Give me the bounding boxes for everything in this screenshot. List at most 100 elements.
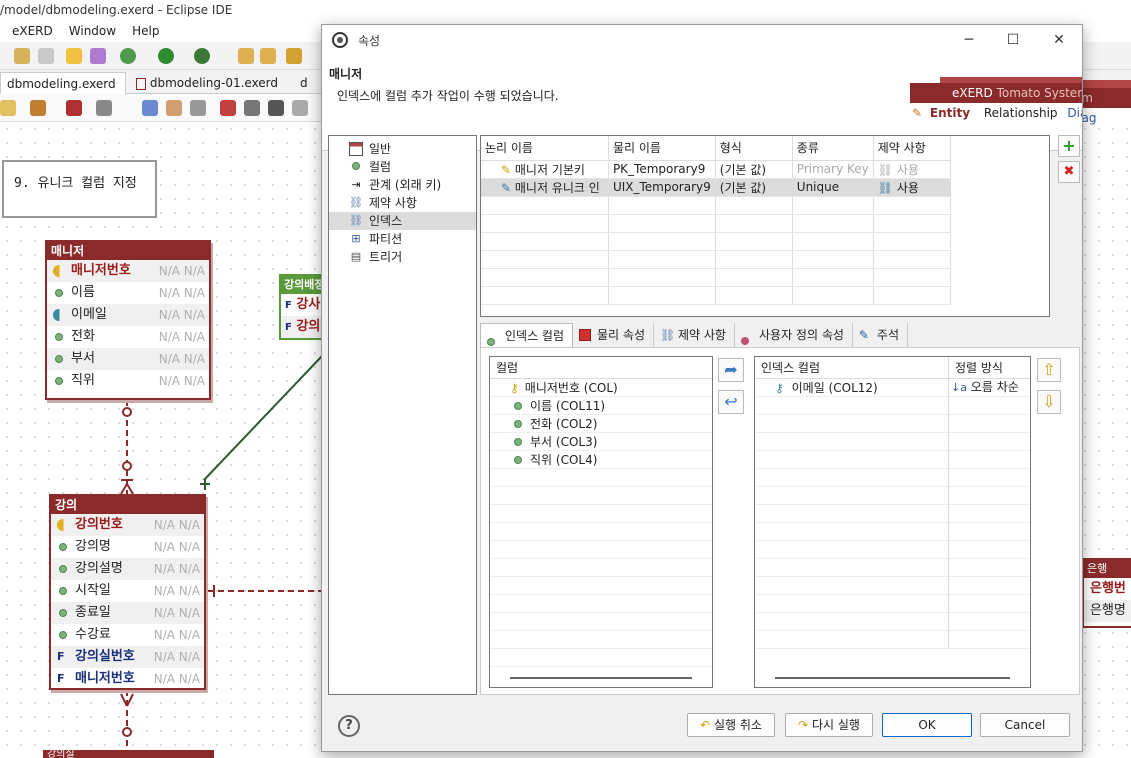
tab-constraints[interactable]: ⛓ 제약 사항 bbox=[654, 323, 735, 347]
entity-title: 강의 bbox=[51, 496, 204, 514]
tree-item-constraints[interactable]: ⛓ 제약 사항 bbox=[329, 194, 476, 212]
entity-column-row[interactable]: 강의설명 N/A N/A bbox=[51, 558, 204, 580]
move-down-button[interactable]: ⇩ bbox=[1037, 390, 1061, 414]
index-physical-name[interactable]: UIX_Temporary9 bbox=[608, 178, 716, 197]
tab-physical-properties[interactable]: 물리 속성 bbox=[573, 323, 654, 347]
diagram-note[interactable]: 9. 유니크 컬럼 지정 bbox=[2, 160, 157, 218]
list-item[interactable]: ⚷ 이메일 (COL12) ↓a 오름 차순 bbox=[755, 378, 1030, 397]
primary-key-icon bbox=[53, 265, 65, 277]
constraint-icon: ⛓ bbox=[660, 328, 676, 342]
col-header-physical[interactable]: 물리 이름 bbox=[608, 136, 716, 161]
index-grid: 논리 이름 물리 이름 형식 종류 제약 사항 ✎ 매니저 기본키 PK_Tem… bbox=[480, 135, 1050, 317]
sort-order[interactable]: 오름 차순 bbox=[971, 380, 1019, 394]
brand-label: eXERD bbox=[952, 86, 993, 100]
redo-icon: ↷ bbox=[798, 718, 809, 732]
user-property-icon bbox=[740, 329, 753, 345]
comment-icon: ✎ bbox=[858, 328, 869, 342]
property-tree: 일반 컬럼 ⇥ 관계 (외래 키) ⛓ 제약 사항 ⛓ 인덱스 ⊞ 파티션 ▤ … bbox=[328, 135, 477, 695]
column-type: N/A N/A bbox=[158, 308, 205, 322]
entity-column-row[interactable]: F 강의실번호 N/A N/A bbox=[51, 646, 204, 668]
horizontal-scrollbar[interactable] bbox=[510, 677, 692, 679]
list-item[interactable]: 전화 (COL2) bbox=[490, 415, 712, 433]
table-row[interactable]: ✎ 매니저 유니크 인 UIX_Temporary9 (기본 값) Unique… bbox=[481, 178, 952, 197]
index-format[interactable]: (기본 값) bbox=[715, 178, 793, 197]
list-item[interactable]: ⚷ 매니저번호 (COL) bbox=[490, 379, 712, 397]
col-header-format[interactable]: 형식 bbox=[715, 136, 793, 161]
column-label: 매니저번호 (COL) bbox=[524, 380, 618, 395]
tree-item-relations[interactable]: ⇥ 관계 (외래 키) bbox=[329, 176, 476, 194]
minimize-icon[interactable]: ─ bbox=[958, 29, 980, 51]
tree-item-columns[interactable]: 컬럼 bbox=[329, 158, 476, 176]
index-kind[interactable]: Primary Key bbox=[792, 160, 874, 179]
entity-column-row[interactable]: 수강료 N/A N/A bbox=[51, 624, 204, 646]
entity-column-row[interactable]: 강의번호 N/A N/A bbox=[51, 514, 204, 536]
index-physical-name[interactable]: PK_Temporary9 bbox=[608, 160, 716, 179]
table-row[interactable]: ✎ 매니저 기본키 PK_Temporary9 (기본 값) Primary K… bbox=[481, 160, 952, 179]
entity-column-row[interactable]: 이름 N/A N/A bbox=[47, 282, 209, 304]
tab-index-columns[interactable]: 인덱스 컬럼 bbox=[480, 323, 574, 347]
add-to-index-button[interactable]: ➦ bbox=[718, 358, 744, 382]
help-button[interactable]: ? bbox=[338, 715, 360, 737]
entity-column-row[interactable]: 종료일 N/A N/A bbox=[51, 602, 204, 624]
entity-lecture-assignment[interactable]: 강의배정 F 강사 F 강의 bbox=[279, 274, 325, 340]
tree-item-triggers[interactable]: ▤ 트리거 bbox=[329, 248, 476, 266]
undo-button[interactable]: ↶ 실행 취소 bbox=[687, 713, 775, 737]
entity-column-row[interactable]: 부서 N/A N/A bbox=[47, 348, 209, 370]
tab-comments[interactable]: ✎ 주석 bbox=[853, 323, 908, 347]
entity-title: 강의배정 bbox=[281, 276, 323, 294]
entity-column-row[interactable]: 직위 N/A N/A bbox=[47, 370, 209, 392]
index-format[interactable]: (기본 값) bbox=[715, 160, 793, 179]
list-header: 컬럼 bbox=[490, 357, 712, 379]
list-item[interactable]: 부서 (COL3) bbox=[490, 433, 712, 451]
entity-lecture[interactable]: 강의 강의번호 N/A N/A 강의명 N/A N/A 강의설명 N/A N/A… bbox=[49, 494, 206, 690]
unique-key-icon bbox=[53, 309, 65, 321]
col-header-logical[interactable]: 논리 이름 bbox=[481, 136, 609, 161]
entity-bank[interactable]: 은행 은행번 은행명 bbox=[1082, 558, 1131, 628]
remove-from-index-button[interactable]: ↩ bbox=[718, 390, 744, 414]
entity-column-row[interactable]: 전화 N/A N/A bbox=[47, 326, 209, 348]
entity-classroom[interactable]: 강의실 bbox=[43, 750, 214, 758]
list-item[interactable]: 직위 (COL4) bbox=[490, 451, 712, 469]
col-header-kind[interactable]: 종류 bbox=[792, 136, 874, 161]
list-header-column: 인덱스 컬럼 bbox=[755, 357, 949, 378]
tree-item-indexes[interactable]: ⛓ 인덱스 bbox=[329, 212, 476, 230]
column-icon bbox=[514, 419, 522, 428]
undo-label: 실행 취소 bbox=[713, 718, 762, 732]
entity-column-row[interactable]: 매니저번호 N/A N/A bbox=[47, 260, 209, 282]
entity-column-row[interactable]: F 강사 bbox=[281, 294, 323, 316]
entity-column-row[interactable]: 이메일 N/A N/A bbox=[47, 304, 209, 326]
horizontal-scrollbar[interactable] bbox=[775, 677, 1010, 679]
col-header-constraint[interactable]: 제약 사항 bbox=[873, 136, 952, 161]
arrow-right-icon: ➦ bbox=[724, 360, 738, 379]
tree-item-general[interactable]: 일반 bbox=[329, 140, 476, 158]
remove-index-button[interactable]: ✖ bbox=[1058, 161, 1080, 183]
physical-icon bbox=[579, 329, 592, 341]
column-type: N/A N/A bbox=[158, 286, 205, 300]
entity-column-row[interactable]: F 매니저번호 N/A N/A bbox=[51, 668, 204, 690]
entity-column-row[interactable]: F 강의 bbox=[281, 316, 323, 338]
column-name: 매니저번호 bbox=[71, 263, 131, 278]
redo-button[interactable]: ↷ 다시 실행 bbox=[785, 713, 873, 737]
tree-label: 일반 bbox=[369, 142, 392, 156]
column-name: 매니저번호 bbox=[75, 671, 135, 686]
list-item[interactable]: 이름 (COL11) bbox=[490, 397, 712, 415]
cancel-button[interactable]: Cancel bbox=[980, 713, 1070, 737]
close-icon[interactable]: ✕ bbox=[1048, 29, 1070, 51]
index-kind[interactable]: Unique bbox=[792, 178, 874, 197]
add-index-button[interactable]: + bbox=[1058, 135, 1080, 157]
index-side-buttons: + ✖ bbox=[1058, 135, 1080, 187]
table-icon bbox=[349, 142, 363, 156]
tab-user-properties[interactable]: 사용자 정의 속성 bbox=[735, 323, 853, 347]
entity-manager[interactable]: 매니저 매니저번호 N/A N/A 이름 N/A N/A 이메일 N/A N/A… bbox=[45, 240, 211, 400]
index-detail-tabs: 인덱스 컬럼 물리 속성 ⛓ 제약 사항 사용자 정의 속성 ✎ 주석 bbox=[480, 323, 1080, 347]
note-text: 9. 유니크 컬럼 지정 bbox=[14, 176, 137, 191]
column-label: 전화 (COL2) bbox=[530, 416, 598, 431]
column-name: 직위 bbox=[71, 373, 95, 388]
maximize-icon[interactable]: ☐ bbox=[1002, 29, 1024, 51]
column-name: 은행명 bbox=[1084, 600, 1131, 622]
move-up-button[interactable]: ⇧ bbox=[1037, 358, 1061, 382]
entity-column-row[interactable]: 강의명 N/A N/A bbox=[51, 536, 204, 558]
tree-item-partitions[interactable]: ⊞ 파티션 bbox=[329, 230, 476, 248]
entity-column-row[interactable]: 시작일 N/A N/A bbox=[51, 580, 204, 602]
ok-button[interactable]: OK bbox=[882, 713, 972, 737]
